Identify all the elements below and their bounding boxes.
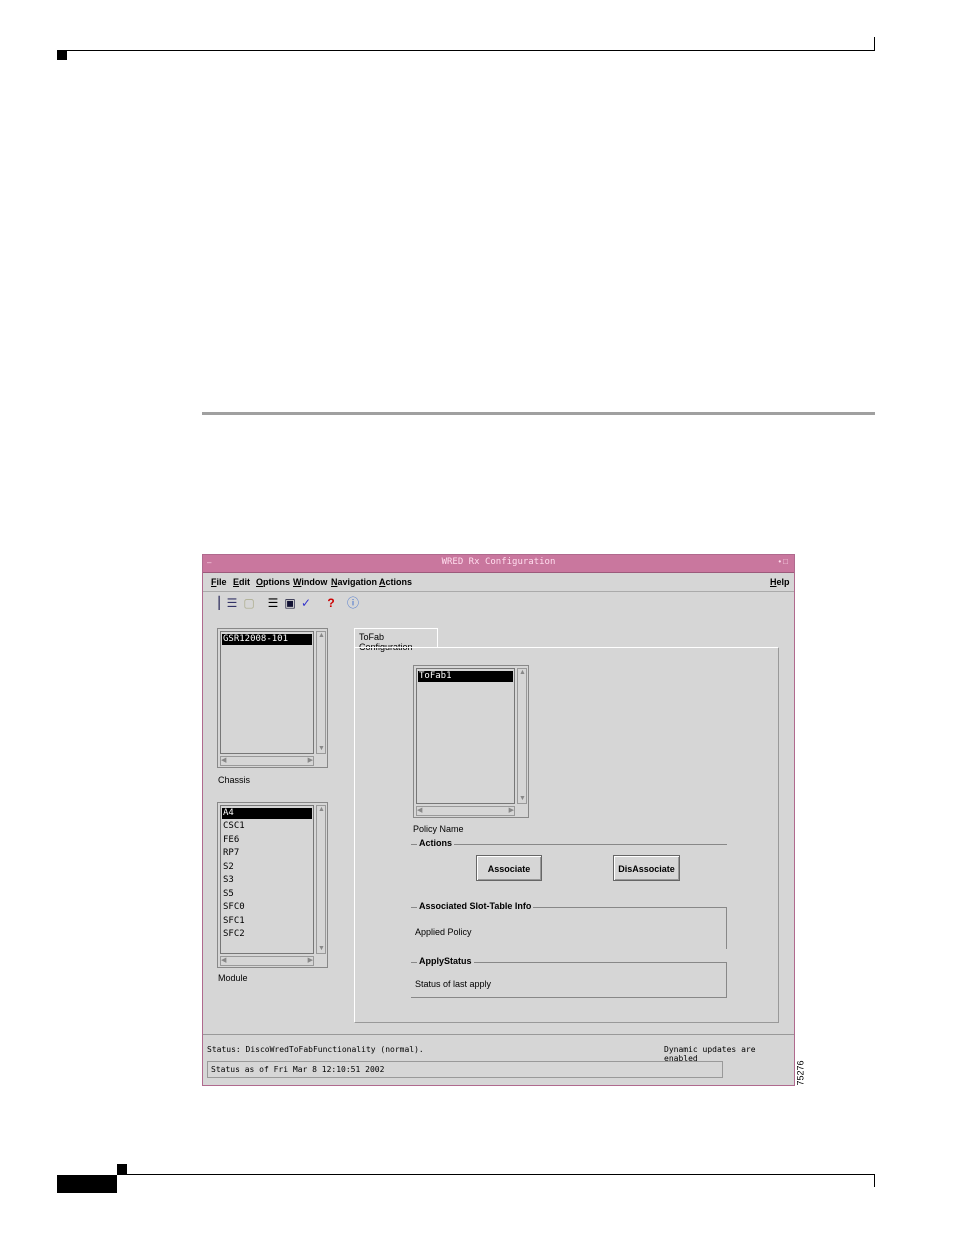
- page-number-block: [57, 1175, 117, 1193]
- menu-navigation[interactable]: Navigation: [331, 577, 377, 587]
- scroll-down-icon[interactable]: ▼: [519, 795, 526, 803]
- title-bar[interactable]: – WRED Rx Configuration •□: [203, 555, 794, 573]
- section-rule: [202, 412, 875, 415]
- check-icon[interactable]: ✓: [298, 595, 314, 612]
- page-corner-marker: [57, 50, 67, 60]
- actions-group-title: Actions: [417, 838, 455, 848]
- info-icon[interactable]: ⓘ: [345, 595, 361, 612]
- apply-status-group-title: ApplyStatus: [417, 956, 474, 966]
- figure-number: 75276: [795, 1060, 806, 1086]
- chassis-label: Chassis: [218, 775, 251, 785]
- actions-group: Actions Associate DisAssociate: [411, 838, 727, 890]
- list-icon[interactable]: ☰: [265, 595, 281, 612]
- chassis-list[interactable]: GSR12008-101 ▲ ▼ ◀ ▶: [217, 628, 328, 768]
- module-list[interactable]: A4 CSC1 FE6 RP7 S2 S3 S5 SFC0 SFC1 SFC2 …: [217, 802, 328, 968]
- module-list-content: A4 CSC1 FE6 RP7 S2 S3 S5 SFC0 SFC1 SFC2: [220, 805, 314, 954]
- scroll-left-icon[interactable]: ◀: [417, 807, 422, 815]
- page-footer-tick: [874, 1175, 875, 1187]
- policy-list-content: ToFab1: [416, 668, 515, 804]
- associated-slot-table-group: Associated Slot-Table Info Applied Polic…: [411, 901, 727, 949]
- menu-window[interactable]: Window: [293, 577, 327, 587]
- scroll-down-icon[interactable]: ▼: [318, 745, 325, 753]
- list-item[interactable]: SFC1: [222, 916, 312, 927]
- list-item[interactable]: RP7: [222, 848, 312, 859]
- scroll-down-icon[interactable]: ▼: [318, 945, 325, 953]
- layers-icon[interactable]: ☰: [224, 595, 240, 612]
- module-hscrollbar[interactable]: ◀ ▶: [220, 956, 314, 966]
- menu-help[interactable]: Help: [770, 577, 790, 587]
- apply-status-group: ApplyStatus Status of last apply: [411, 956, 727, 998]
- list-item[interactable]: FE6: [222, 835, 312, 846]
- scroll-right-icon[interactable]: ▶: [509, 807, 514, 815]
- window-title: WRED Rx Configuration: [441, 557, 556, 567]
- menu-edit[interactable]: Edit: [233, 577, 250, 587]
- scroll-up-icon[interactable]: ▲: [318, 806, 325, 814]
- scroll-right-icon[interactable]: ▶: [308, 957, 313, 965]
- menu-options[interactable]: Options: [256, 577, 290, 587]
- module-vscrollbar[interactable]: ▲ ▼: [316, 805, 326, 954]
- status-timestamp: Status as of Fri Mar 8 12:10:51 2002: [211, 1065, 385, 1074]
- help-icon[interactable]: ?: [323, 595, 339, 612]
- page-footer-marker: [117, 1164, 127, 1174]
- menu-file[interactable]: File: [211, 577, 227, 587]
- apply-status-text: Status of last apply: [415, 979, 492, 989]
- exit-icon[interactable]: ▕: [207, 595, 223, 612]
- tofab-config-panel: ToFab1 ▲ ▼ ◀ ▶ Policy Name Actions Assoc…: [354, 647, 779, 1023]
- status-divider: [203, 1034, 794, 1035]
- list-item[interactable]: GSR12008-101: [222, 634, 312, 645]
- policy-list[interactable]: ToFab1 ▲ ▼ ◀ ▶: [413, 665, 529, 818]
- scroll-left-icon[interactable]: ◀: [221, 957, 226, 965]
- chassis-list-content: GSR12008-101: [220, 631, 314, 754]
- scroll-up-icon[interactable]: ▲: [318, 632, 325, 640]
- associate-button[interactable]: Associate: [476, 855, 542, 881]
- page-header-line: [57, 50, 875, 51]
- list-item[interactable]: A4: [222, 808, 312, 819]
- tab-tofab-configuration[interactable]: ToFab Configuration: [354, 628, 438, 652]
- menu-actions[interactable]: Actions: [379, 577, 412, 587]
- applied-policy-label: Applied Policy: [415, 927, 472, 937]
- scroll-right-icon[interactable]: ▶: [308, 757, 313, 765]
- wred-config-window: – WRED Rx Configuration •□ File Edit Opt…: [202, 554, 795, 1086]
- status-timestamp-box: Status as of Fri Mar 8 12:10:51 2002: [207, 1061, 723, 1078]
- page-footer-line: [117, 1174, 875, 1175]
- list-item[interactable]: ToFab1: [418, 671, 513, 682]
- associated-group-title: Associated Slot-Table Info: [417, 901, 534, 911]
- page-header-tick: [874, 37, 875, 50]
- list-item[interactable]: CSC1: [222, 821, 312, 832]
- folder-icon[interactable]: ▢: [241, 595, 257, 612]
- minimize-maximize-icon[interactable]: •□: [778, 557, 790, 566]
- list-item[interactable]: SFC0: [222, 902, 312, 913]
- disassociate-button[interactable]: DisAssociate: [613, 855, 680, 881]
- policy-name-label: Policy Name: [413, 824, 464, 834]
- policy-hscrollbar[interactable]: ◀ ▶: [416, 806, 515, 816]
- policy-vscrollbar[interactable]: ▲ ▼: [517, 668, 527, 804]
- chassis-hscrollbar[interactable]: ◀ ▶: [220, 756, 314, 766]
- scroll-left-icon[interactable]: ◀: [221, 757, 226, 765]
- actions-group-line: [411, 844, 727, 845]
- list-item[interactable]: S2: [222, 862, 312, 873]
- status-message: Status: DiscoWredToFabFunctionality (nor…: [207, 1045, 424, 1054]
- list-item[interactable]: S3: [222, 875, 312, 886]
- chassis-vscrollbar[interactable]: ▲ ▼: [316, 631, 326, 754]
- menu-bar: File Edit Options Window Navigation Acti…: [203, 573, 794, 592]
- module-label: Module: [218, 973, 248, 983]
- list-item[interactable]: SFC2: [222, 929, 312, 940]
- list-item[interactable]: S5: [222, 889, 312, 900]
- scroll-up-icon[interactable]: ▲: [519, 669, 526, 677]
- monitor-icon[interactable]: ▣: [282, 595, 298, 612]
